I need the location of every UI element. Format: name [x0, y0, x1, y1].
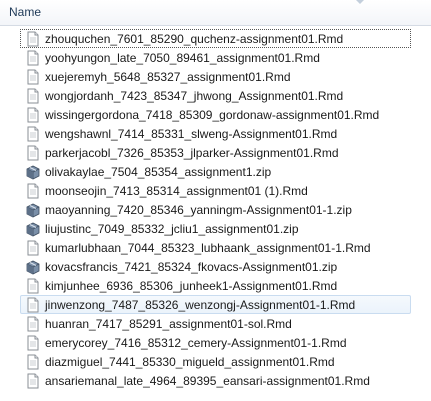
- file-item[interactable]: zhouquchen_7601_85290_quchenz-assignment…: [20, 29, 411, 48]
- document-icon: [25, 278, 41, 294]
- file-item[interactable]: wengshawnl_7414_85331_slweng-Assignment0…: [20, 124, 411, 143]
- zip-archive-icon: [25, 259, 41, 275]
- file-item[interactable]: moonseojin_7413_85314_assignment01 (1).R…: [20, 181, 411, 200]
- sort-ascending-icon: [356, 0, 364, 4]
- file-item[interactable]: liujustinc_7049_85332_jcliu1_assignment0…: [20, 219, 411, 238]
- document-icon: [25, 69, 41, 85]
- file-item[interactable]: emerycorey_7416_85312_cemery-Assignment0…: [20, 333, 411, 352]
- file-item[interactable]: kumarlubhaan_7044_85323_lubhaank_assignm…: [20, 238, 411, 257]
- document-icon: [25, 31, 41, 47]
- file-item[interactable]: ansariemanal_late_4964_89395_eansari-ass…: [20, 371, 411, 390]
- column-header[interactable]: Name: [0, 0, 431, 26]
- document-icon: [25, 316, 41, 332]
- file-name: olivakaylae_7504_85354_assignment1.zip: [45, 165, 272, 179]
- file-item[interactable]: olivakaylae_7504_85354_assignment1.zip: [20, 162, 411, 181]
- document-icon: [25, 50, 41, 66]
- file-name: liujustinc_7049_85332_jcliu1_assignment0…: [45, 222, 299, 236]
- file-name: huanran_7417_85291_assignment01-sol.Rmd: [45, 317, 292, 331]
- document-icon: [25, 126, 41, 142]
- file-name: emerycorey_7416_85312_cemery-Assignment0…: [45, 336, 347, 350]
- document-icon: [25, 183, 41, 199]
- file-item[interactable]: parkerjacobl_7326_85353_jlparker-Assignm…: [20, 143, 411, 162]
- file-name: wengshawnl_7414_85331_slweng-Assignment0…: [45, 127, 338, 141]
- document-icon: [25, 373, 41, 389]
- document-icon: [25, 354, 41, 370]
- file-item[interactable]: xuejeremyh_5648_85327_assignment01.Rmd: [20, 67, 411, 86]
- file-name: xuejeremyh_5648_85327_assignment01.Rmd: [45, 70, 291, 84]
- file-item[interactable]: kovacsfrancis_7421_85324_fkovacs-Assignm…: [20, 257, 411, 276]
- document-icon: [25, 107, 41, 123]
- file-name: parkerjacobl_7326_85353_jlparker-Assignm…: [45, 146, 339, 160]
- document-icon: [25, 297, 41, 313]
- name-column-header[interactable]: Name: [9, 5, 41, 19]
- file-name: moonseojin_7413_85314_assignment01 (1).R…: [45, 184, 308, 198]
- file-item[interactable]: huanran_7417_85291_assignment01-sol.Rmd: [20, 314, 411, 333]
- document-icon: [25, 240, 41, 256]
- file-name: kumarlubhaan_7044_85323_lubhaank_assignm…: [45, 241, 371, 255]
- file-name: wissingergordona_7418_85309_gordonaw-ass…: [45, 108, 380, 122]
- file-item[interactable]: diazmiguel_7441_85330_migueld_assignment…: [20, 352, 411, 371]
- file-name: wongjordanh_7423_85347_jhwong_Assignment…: [45, 89, 344, 103]
- file-item[interactable]: yoohyungon_late_7050_89461_assignment01.…: [20, 48, 411, 67]
- file-item[interactable]: maoyanning_7420_85346_yanningm-Assignmen…: [20, 200, 411, 219]
- file-item[interactable]: kimjunhee_6936_85306_junheek1-Assignment…: [20, 276, 411, 295]
- file-item[interactable]: wongjordanh_7423_85347_jhwong_Assignment…: [20, 86, 411, 105]
- file-name: jinwenzong_7487_85326_wenzongj-Assignmen…: [45, 298, 356, 312]
- file-name: zhouquchen_7601_85290_quchenz-assignment…: [45, 32, 344, 46]
- file-item[interactable]: wissingergordona_7418_85309_gordonaw-ass…: [20, 105, 411, 124]
- zip-archive-icon: [25, 202, 41, 218]
- file-name: yoohyungon_late_7050_89461_assignment01.…: [45, 51, 320, 65]
- zip-archive-icon: [25, 164, 41, 180]
- zip-archive-icon: [25, 221, 41, 237]
- document-icon: [25, 335, 41, 351]
- file-name: kovacsfrancis_7421_85324_fkovacs-Assignm…: [45, 260, 338, 274]
- file-item[interactable]: jinwenzong_7487_85326_wenzongj-Assignmen…: [20, 295, 411, 314]
- file-name: ansariemanal_late_4964_89395_eansari-ass…: [45, 374, 370, 388]
- file-name: kimjunhee_6936_85306_junheek1-Assignment…: [45, 279, 338, 293]
- file-name: diazmiguel_7441_85330_migueld_assignment…: [45, 355, 335, 369]
- document-icon: [25, 88, 41, 104]
- document-icon: [25, 145, 41, 161]
- file-name: maoyanning_7420_85346_yanningm-Assignmen…: [45, 203, 352, 217]
- file-list: zhouquchen_7601_85290_quchenz-assignment…: [0, 29, 431, 390]
